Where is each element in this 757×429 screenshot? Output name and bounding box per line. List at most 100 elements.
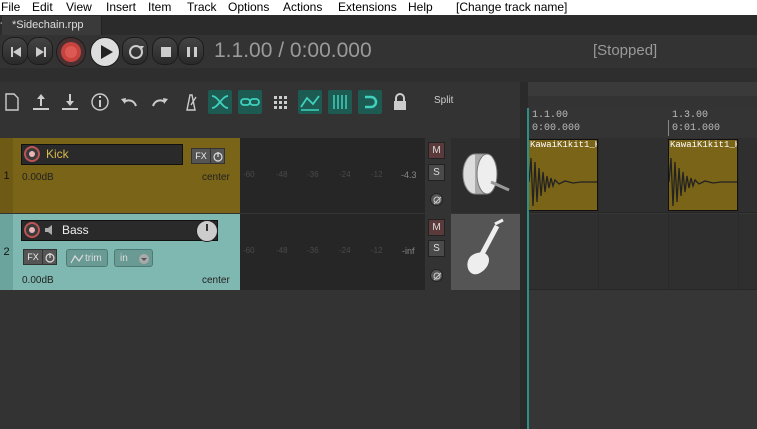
menu-extensions[interactable]: Extensions: [338, 0, 397, 14]
crossfade-icon: [211, 95, 229, 109]
track-2-mute-button[interactable]: M: [428, 219, 445, 236]
track-1-fx-button[interactable]: FX: [191, 148, 211, 164]
track-2-lane[interactable]: [528, 214, 757, 290]
menu-bar: File Edit View Insert Item Track Options…: [0, 0, 757, 15]
project-info-button[interactable]: [88, 90, 112, 114]
edit-cursor[interactable]: [527, 108, 529, 429]
track-2-icon-area[interactable]: [451, 214, 521, 290]
envelope-icon: [300, 95, 320, 111]
menu-actions[interactable]: Actions: [283, 0, 322, 14]
media-item-1[interactable]: KawaiK1kit1_K: [528, 139, 598, 211]
track-2-fx-button[interactable]: FX: [23, 249, 43, 265]
pause-button[interactable]: [178, 37, 204, 65]
track-2-solo-button[interactable]: S: [428, 240, 445, 257]
track-2-input-select[interactable]: in: [114, 249, 153, 267]
track-1-name[interactable]: Kick: [21, 144, 183, 165]
upload-icon: [33, 94, 49, 110]
stop-icon: [161, 47, 171, 57]
track-1-phase-button[interactable]: [430, 193, 443, 206]
menu-file[interactable]: File: [1, 0, 20, 14]
menu-track[interactable]: Track: [187, 0, 217, 14]
new-project-button[interactable]: [0, 90, 24, 114]
ruler-time-2: 0:01.000: [672, 123, 721, 134]
track-2-automation-mode[interactable]: trim: [66, 249, 108, 267]
info-icon: [91, 93, 109, 111]
record-button[interactable]: [56, 37, 86, 67]
metronome-button[interactable]: [179, 90, 203, 114]
ripple-edit-button[interactable]: [208, 90, 232, 114]
meter-scale-label: -60: [243, 246, 255, 255]
track-2-fx-bypass-button[interactable]: [42, 249, 57, 265]
menu-view[interactable]: View: [66, 0, 92, 14]
record-icon: [61, 42, 81, 62]
metronome-icon: [186, 94, 197, 111]
magnet-icon: [365, 95, 378, 109]
menu-help[interactable]: Help: [408, 0, 433, 14]
track-2-meter: [240, 214, 425, 290]
empty-track-area[interactable]: [0, 290, 520, 429]
menu-change-track-name[interactable]: [Change track name]: [456, 0, 567, 14]
skip-forward-icon: [36, 47, 46, 57]
save-project-button[interactable]: [58, 90, 82, 114]
track-1-fx-bypass-button[interactable]: [210, 148, 225, 164]
lock-icon: [394, 93, 406, 110]
menu-item[interactable]: Item: [148, 0, 171, 14]
snap-button[interactable]: [328, 90, 352, 114]
project-tab[interactable]: *Sidechain.rpp: [2, 16, 102, 35]
media-item-2[interactable]: KawaiK1kit1_K: [668, 139, 738, 211]
track-2-peak: -inf: [402, 246, 415, 256]
meter-scale-label: -60: [243, 170, 255, 179]
track-2-pan[interactable]: center: [202, 275, 230, 286]
menu-options[interactable]: Options: [228, 0, 269, 14]
menu-insert[interactable]: Insert: [106, 0, 136, 14]
track-1-peak: -4.3: [401, 170, 417, 180]
play-button[interactable]: [90, 37, 120, 67]
skip-back-icon: [11, 47, 21, 57]
auto-crossfade-button[interactable]: [358, 90, 382, 114]
undo-icon: [121, 98, 137, 107]
go-to-end-button[interactable]: [27, 37, 53, 65]
file-icon: [5, 93, 19, 111]
media-item-2-label: KawaiK1kit1_K: [670, 140, 738, 150]
split-button[interactable]: Split: [434, 95, 453, 106]
repeat-button[interactable]: [122, 37, 148, 65]
grid-icon: [274, 96, 287, 109]
menu-edit[interactable]: Edit: [32, 0, 53, 14]
item-grouping-button[interactable]: [238, 90, 262, 114]
track-1-icon-area[interactable]: [451, 138, 521, 213]
track-2-monitor-button[interactable]: [43, 223, 57, 237]
open-project-button[interactable]: [29, 90, 53, 114]
track-2-automation-label: trim: [85, 253, 102, 264]
bass-guitar-icon: [467, 218, 504, 275]
lock-button[interactable]: [388, 90, 412, 114]
redo-button[interactable]: [148, 90, 172, 114]
stop-button[interactable]: [152, 37, 178, 65]
ruler-time-1: 0:00.000: [532, 123, 581, 134]
track-1-record-arm-button[interactable]: [24, 146, 40, 162]
envelope-points-button[interactable]: [298, 90, 322, 114]
grid-button[interactable]: [269, 90, 293, 114]
waveform-icon: [669, 157, 737, 207]
meter-scale-label: -48: [276, 170, 288, 179]
ruler-header-strip: [528, 82, 757, 96]
power-icon: [213, 152, 223, 162]
track-2-phase-button[interactable]: [430, 269, 443, 282]
tab-bar: [0, 15, 757, 35]
waveform-icon: [529, 157, 597, 207]
track-1-solo-button[interactable]: S: [428, 164, 445, 181]
media-item-2-wave-area: [669, 152, 737, 210]
track-1-volume[interactable]: 0.00dB: [22, 172, 54, 183]
track-1-pan[interactable]: center: [202, 172, 230, 183]
track-1-mute-button[interactable]: M: [428, 142, 445, 159]
undo-button[interactable]: [117, 90, 141, 114]
play-icon: [101, 45, 113, 59]
transport-state: [Stopped]: [593, 42, 658, 59]
meter-scale-label: -48: [276, 246, 288, 255]
track-2-record-arm-button[interactable]: [24, 222, 40, 238]
time-display[interactable]: 1.1.00 / 0:00.000: [214, 39, 372, 63]
track-2-volume-knob[interactable]: [196, 220, 218, 242]
go-to-start-button[interactable]: [2, 37, 28, 65]
download-icon: [62, 94, 78, 110]
track-2-volume[interactable]: 0.00dB: [22, 275, 54, 286]
power-icon: [45, 253, 55, 263]
